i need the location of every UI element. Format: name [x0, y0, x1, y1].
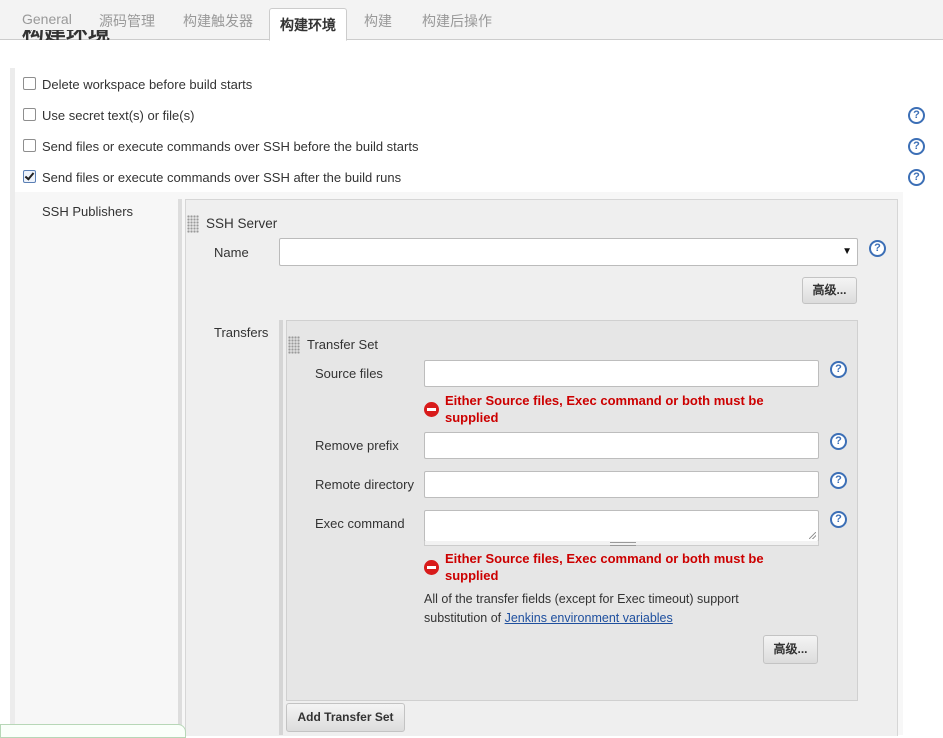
help-icon[interactable]: ?	[869, 240, 886, 257]
resize-grip-icon[interactable]	[809, 532, 816, 539]
transfers-bar	[279, 320, 283, 735]
section-title: 构建环境	[22, 30, 222, 40]
help-icon[interactable]: ?	[830, 472, 847, 489]
source-files-input[interactable]	[424, 360, 819, 387]
option-label: Send files or execute commands over SSH …	[42, 170, 402, 185]
tab-post-build-actions[interactable]: 构建后操作	[422, 11, 492, 31]
checkbox[interactable]	[23, 139, 36, 152]
help-icon[interactable]: ?	[908, 138, 925, 155]
exec-command-textarea[interactable]	[424, 510, 819, 542]
dropdown-arrow-icon: ▼	[842, 246, 852, 257]
drag-handle-icon[interactable]	[288, 336, 300, 354]
help-icon[interactable]: ?	[908, 169, 925, 186]
help-icon[interactable]: ?	[908, 107, 925, 124]
name-label: Name	[214, 245, 249, 260]
ssh-server-advanced-button[interactable]: 高级...	[802, 277, 857, 304]
source-files-label: Source files	[315, 366, 383, 381]
option-label: Use secret text(s) or file(s)	[42, 108, 195, 123]
transfer-set-title: Transfer Set	[307, 337, 379, 352]
checkbox[interactable]	[23, 108, 36, 121]
jenkins-env-vars-link[interactable]: Jenkins environment variables	[505, 611, 673, 625]
error-icon	[424, 402, 439, 417]
transfers-label: Transfers	[214, 325, 269, 340]
remote-directory-label: Remote directory	[315, 477, 414, 492]
ssh-server-title: SSH Server	[206, 216, 278, 231]
option-label: Delete workspace before build starts	[42, 77, 253, 92]
tab-build-triggers[interactable]: 构建触发器	[183, 11, 253, 31]
checkbox[interactable]	[23, 77, 36, 90]
add-transfer-set-button[interactable]: Add Transfer Set	[286, 703, 405, 732]
checkbox-checked[interactable]	[23, 170, 36, 183]
tab-source-management[interactable]: 源码管理	[99, 11, 155, 31]
ssh-server-name-select[interactable]: ▼	[279, 238, 858, 266]
bottom-left-panel-edge	[0, 724, 186, 738]
drag-handle-icon[interactable]	[187, 215, 199, 233]
tab-general[interactable]: General	[22, 11, 72, 27]
publisher-bar	[178, 199, 182, 735]
tab-build-environment[interactable]: 构建环境	[269, 8, 347, 41]
option-label: Send files or execute commands over SSH …	[42, 139, 419, 154]
ssh-publishers-label: SSH Publishers	[42, 204, 134, 219]
remove-prefix-label: Remove prefix	[315, 438, 399, 453]
remove-prefix-input[interactable]	[424, 432, 819, 459]
substitution-note: All of the transfer fields (except for E…	[424, 592, 739, 625]
remote-directory-input[interactable]	[424, 471, 819, 498]
exec-command-label: Exec command	[315, 516, 405, 531]
help-icon[interactable]: ?	[830, 361, 847, 378]
help-icon[interactable]: ?	[830, 511, 847, 528]
error-icon	[424, 560, 439, 575]
help-icon[interactable]: ?	[830, 433, 847, 450]
transfer-advanced-button[interactable]: 高级...	[763, 635, 818, 664]
textarea-expand-handle[interactable]	[424, 541, 819, 546]
tab-build[interactable]: 构建	[364, 11, 392, 31]
